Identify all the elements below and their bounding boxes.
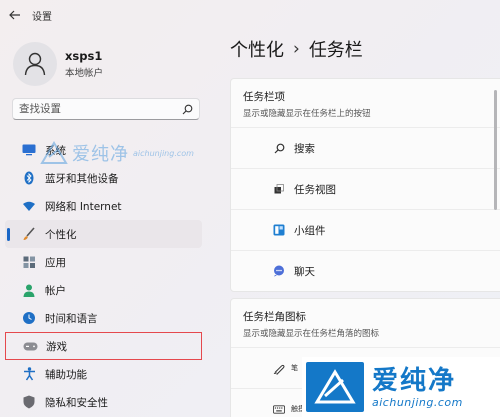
wifi-icon (21, 198, 37, 214)
page-title: 任务栏 (308, 40, 363, 61)
row-label: 任务视图 (294, 183, 336, 196)
sidebar-item-label: 个性化 (45, 228, 77, 241)
section-subtitle: 显示或隐藏显示在任务栏上的按钮 (243, 109, 371, 119)
person-icon (24, 52, 46, 76)
sidebar-item-gaming[interactable]: 游戏 (5, 332, 202, 360)
sidebar-item-personalization[interactable]: 个性化 (5, 220, 202, 248)
row-label: 聊天 (294, 265, 315, 278)
search-box[interactable] (12, 98, 200, 120)
watermark-badge: 爱纯净 aichunjing.com (302, 357, 500, 417)
sidebar: xsps1 本地帐户 系统 蓝牙和其他设备 网络和 Internet (0, 30, 212, 417)
row-label: 笔 (291, 364, 298, 372)
accessibility-icon (21, 366, 37, 382)
section-subtitle: 显示或隐藏显示在任务栏角落的图标 (243, 329, 380, 339)
row-label: 搜索 (294, 142, 315, 155)
corner-icons-header[interactable]: 任务栏角图标 显示或隐藏显示在任务栏角落的图标 (231, 299, 500, 347)
search-input[interactable] (19, 103, 182, 115)
search-icon (273, 142, 285, 154)
avatar[interactable] (13, 42, 57, 86)
back-arrow-icon (9, 10, 20, 20)
sidebar-item-label: 隐私和安全性 (45, 396, 108, 409)
back-button[interactable] (2, 2, 28, 28)
person-icon (21, 282, 37, 298)
taskbar-item-chat[interactable]: 聊天 (231, 250, 500, 291)
globe-clock-icon (21, 310, 37, 326)
section-title: 任务栏项 (243, 91, 285, 103)
breadcrumb-parent[interactable]: 个性化 (230, 36, 284, 62)
taskbar-items-card: 任务栏项 显示或隐藏显示在任务栏上的按钮 搜索 任务视图 小组件 聊天 (230, 78, 500, 292)
taskbar-item-widgets[interactable]: 小组件 (231, 209, 500, 250)
bluetooth-icon (21, 170, 37, 186)
sidebar-item-bluetooth[interactable]: 蓝牙和其他设备 (5, 164, 202, 192)
brush-icon (21, 226, 37, 242)
apps-icon (21, 254, 37, 270)
sidebar-item-system[interactable]: 系统 (5, 136, 202, 164)
sidebar-item-time-language[interactable]: 时间和语言 (5, 304, 202, 332)
sidebar-item-label: 游戏 (46, 340, 67, 353)
search-icon[interactable] (182, 104, 193, 115)
row-label: 小组件 (294, 224, 326, 237)
sidebar-item-label: 辅助功能 (45, 368, 87, 381)
breadcrumb: 个性化 › 任务栏 (230, 36, 363, 62)
username: xsps1 (65, 49, 103, 63)
watermark-text: 爱纯净 (372, 365, 457, 396)
shield-icon (21, 394, 37, 410)
monitor-icon (21, 142, 37, 158)
sidebar-nav: 系统 蓝牙和其他设备 网络和 Internet 个性化 应用 帐户 时间和语言 … (0, 136, 212, 416)
app-title: 设置 (32, 11, 52, 23)
widgets-icon (273, 224, 285, 236)
sidebar-item-label: 时间和语言 (45, 312, 98, 325)
taskbar-items-header[interactable]: 任务栏项 显示或隐藏显示在任务栏上的按钮 (231, 79, 500, 127)
sidebar-item-label: 应用 (45, 256, 66, 269)
watermark-url: aichunjing.com (372, 395, 463, 409)
title-bar: 设置 (0, 0, 500, 30)
sidebar-item-label: 帐户 (45, 284, 66, 297)
section-title: 任务栏角图标 (243, 311, 306, 323)
user-profile[interactable]: xsps1 本地帐户 (13, 42, 103, 86)
sidebar-item-label: 网络和 Internet (45, 200, 122, 213)
sidebar-item-accessibility[interactable]: 辅助功能 (5, 360, 202, 388)
sidebar-item-privacy[interactable]: 隐私和安全性 (5, 388, 202, 416)
scrollbar[interactable] (494, 90, 497, 210)
account-type: 本地帐户 (65, 68, 104, 79)
sidebar-item-apps[interactable]: 应用 (5, 248, 202, 276)
sidebar-item-label: 系统 (45, 144, 66, 157)
taskbar-item-task-view[interactable]: 任务视图 (231, 168, 500, 209)
task-view-icon (273, 183, 285, 195)
sidebar-item-network[interactable]: 网络和 Internet (5, 192, 202, 220)
watermark-logo-icon (306, 362, 364, 412)
sidebar-item-accounts[interactable]: 帐户 (5, 276, 202, 304)
sidebar-item-label: 蓝牙和其他设备 (45, 172, 119, 185)
taskbar-item-search[interactable]: 搜索 (231, 127, 500, 168)
keyboard-icon (273, 403, 285, 415)
pen-icon (273, 362, 285, 375)
breadcrumb-separator: › (293, 39, 300, 59)
gamepad-icon (22, 338, 38, 354)
chat-icon (273, 265, 285, 277)
